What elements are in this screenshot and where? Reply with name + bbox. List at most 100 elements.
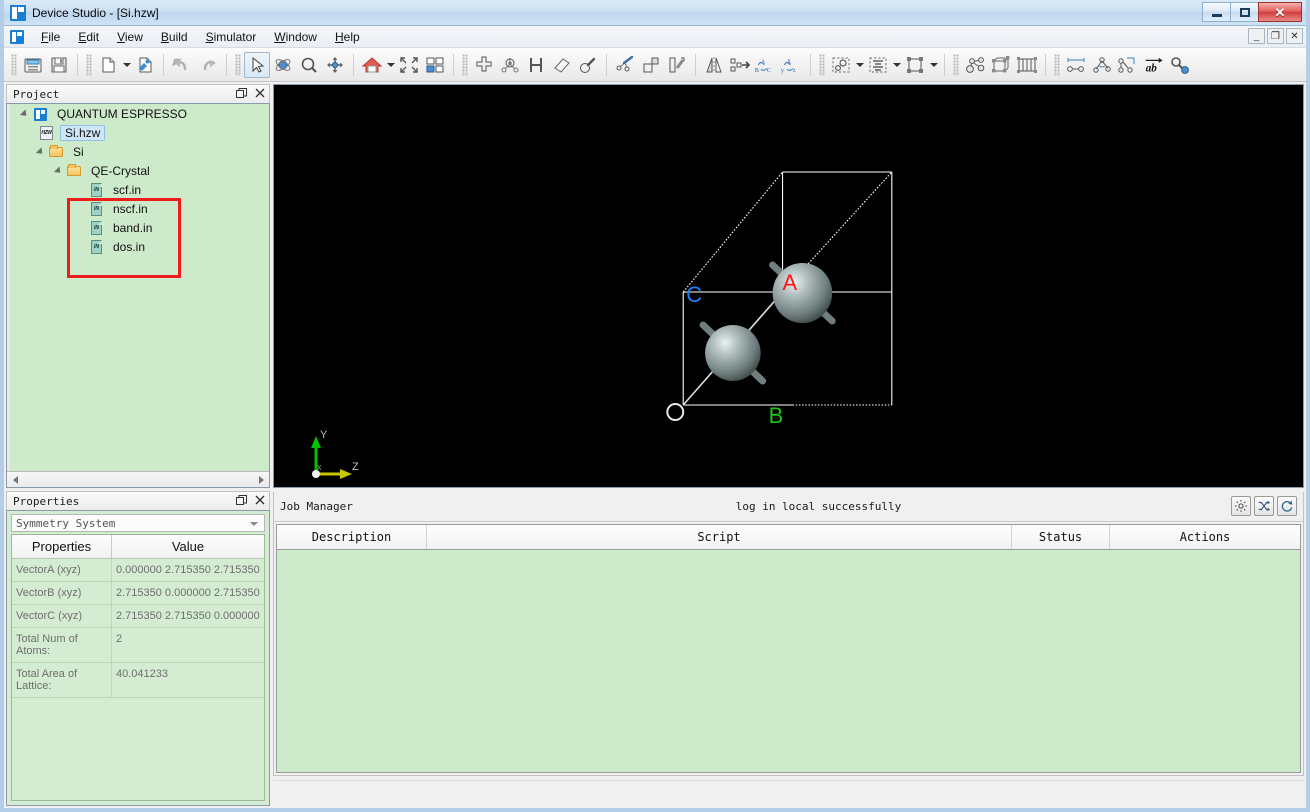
align-icon[interactable]	[865, 52, 891, 78]
toolbar-grip[interactable]	[86, 53, 92, 76]
tree-item-quantum-espresso[interactable]: QUANTUM ESPRESSO	[10, 104, 269, 123]
add-hydrogen-icon[interactable]	[523, 52, 549, 78]
window-restore-button[interactable]	[1230, 2, 1258, 22]
tree-item-nscf-in[interactable]: IN nscf.in	[10, 199, 269, 218]
toolbar-grip[interactable]	[953, 53, 959, 76]
float-panel-icon[interactable]	[235, 86, 248, 100]
menu-help[interactable]: Help	[326, 27, 369, 47]
gear-icon[interactable]	[1231, 496, 1251, 516]
toolbar-grip[interactable]	[819, 53, 825, 76]
window-close-button[interactable]: ✕	[1258, 2, 1302, 22]
column-header-actions[interactable]: Actions	[1110, 525, 1300, 549]
project-tree[interactable]: QUANTUM ESPRESSO HZW Si.hzw Si QE-Crysta…	[7, 104, 269, 471]
rotate-icon[interactable]	[270, 52, 296, 78]
zoom-icon[interactable]	[296, 52, 322, 78]
cluster-icon[interactable]	[828, 52, 854, 78]
tree-item-scf-in[interactable]: IN scf.in	[10, 180, 269, 199]
new-file-icon[interactable]	[95, 52, 121, 78]
edit-bond-icon[interactable]	[612, 52, 638, 78]
scroll-left-icon[interactable]	[9, 474, 21, 486]
column-header-status[interactable]: Status	[1012, 525, 1110, 549]
cell-label-b: B	[769, 403, 784, 428]
project-tree-horizontal-scrollbar[interactable]	[7, 471, 269, 487]
tree-item-si[interactable]: Si	[10, 142, 269, 161]
toolbar-grip[interactable]	[235, 53, 241, 76]
abc-axes-icon[interactable]: A B C	[753, 52, 779, 78]
window-minimize-button[interactable]	[1202, 2, 1230, 22]
refresh-icon[interactable]	[1277, 496, 1297, 516]
menu-build[interactable]: Build	[152, 27, 197, 47]
add-atom-icon[interactable]	[471, 52, 497, 78]
fit-view-icon[interactable]	[396, 52, 422, 78]
twisty-expand-icon[interactable]	[16, 106, 32, 122]
table-row[interactable]: VectorB (xyz) 2.715350 0.000000 2.715350	[12, 582, 264, 605]
menu-file[interactable]: File	[32, 27, 69, 47]
select-pointer-icon[interactable]	[244, 51, 270, 78]
mirror-icon[interactable]	[701, 52, 727, 78]
measure-angle-icon[interactable]	[1089, 52, 1115, 78]
xyz-axes-icon[interactable]: X y z	[779, 52, 805, 78]
supercell-icon[interactable]	[638, 52, 664, 78]
float-panel-icon[interactable]	[235, 493, 248, 507]
job-manager-table: Description Script Status Actions	[276, 524, 1301, 773]
eraser-icon[interactable]	[549, 52, 575, 78]
cluster-dropdown-icon[interactable]	[854, 52, 865, 78]
undo-icon[interactable]	[169, 52, 195, 78]
mdi-minimize-button[interactable]: _	[1248, 28, 1265, 44]
application-window: Device Studio - [Si.hzw] ✕ File Edit Vie…	[0, 0, 1310, 812]
measure-dihedral-icon[interactable]	[1115, 52, 1141, 78]
twisty-expand-icon[interactable]	[32, 144, 48, 160]
symmetry-system-dropdown[interactable]: Symmetry System	[11, 514, 265, 532]
redo-icon[interactable]	[195, 52, 221, 78]
toolbar-grip[interactable]	[1054, 53, 1060, 76]
probe-icon[interactable]	[1167, 52, 1193, 78]
svg-text:y: y	[781, 67, 784, 73]
home-view-dropdown-icon[interactable]	[385, 52, 396, 78]
table-row[interactable]: Total Num of Atoms: 2	[12, 628, 264, 663]
vector-ab-icon[interactable]: ab	[1141, 52, 1167, 78]
tree-item-qe-crystal[interactable]: QE-Crystal	[10, 161, 269, 180]
open-project-icon[interactable]	[20, 52, 46, 78]
table-row[interactable]: VectorA (xyz) 0.000000 2.715350 2.715350	[12, 559, 264, 582]
toolbar-grip[interactable]	[462, 53, 468, 76]
tree-item-si-hzw[interactable]: HZW Si.hzw	[10, 123, 269, 142]
menu-edit[interactable]: Edit	[69, 27, 108, 47]
device-graph-icon[interactable]	[1014, 52, 1040, 78]
new-file-dropdown-icon[interactable]	[121, 52, 132, 78]
layout-view-icon[interactable]	[422, 52, 448, 78]
menu-window[interactable]: Window	[265, 27, 326, 47]
pan-icon[interactable]	[322, 52, 348, 78]
slab-icon[interactable]	[664, 52, 690, 78]
menu-simulator[interactable]: Simulator	[197, 27, 266, 47]
mdi-close-button[interactable]: ✕	[1286, 28, 1303, 44]
lattice-dropdown-icon[interactable]	[928, 52, 939, 78]
molecule-graph-icon[interactable]	[962, 52, 988, 78]
transform-icon[interactable]	[727, 52, 753, 78]
left-dock-column: Project QUANTUM ESPRESSO HZW Si.hzw Si Q…	[6, 84, 270, 806]
table-row[interactable]: Total Area of Lattice: 40.041233	[12, 663, 264, 698]
shuffle-icon[interactable]	[1254, 496, 1274, 516]
close-panel-icon[interactable]	[253, 86, 266, 100]
lattice-box-icon[interactable]	[902, 52, 928, 78]
mdi-restore-button[interactable]: ❐	[1267, 28, 1284, 44]
scroll-right-icon[interactable]	[255, 474, 267, 486]
toolbar-grip[interactable]	[11, 53, 17, 76]
column-header-description[interactable]: Description	[277, 525, 427, 549]
menu-view[interactable]: View	[108, 27, 152, 47]
tree-item-band-in[interactable]: IN band.in	[10, 218, 269, 237]
home-view-icon[interactable]	[359, 52, 385, 78]
measure-bond-icon[interactable]	[575, 52, 601, 78]
measure-distance-icon[interactable]	[1063, 52, 1089, 78]
align-dropdown-icon[interactable]	[891, 52, 902, 78]
save-icon[interactable]	[46, 52, 72, 78]
crystal-graph-icon[interactable]	[988, 52, 1014, 78]
structure-viewport[interactable]: A B C Y Z x	[273, 84, 1304, 488]
twisty-expand-icon[interactable]	[50, 163, 66, 179]
close-panel-icon[interactable]	[253, 493, 266, 507]
column-header-script[interactable]: Script	[427, 525, 1012, 549]
table-row[interactable]: VectorC (xyz) 2.715350 2.715350 0.000000	[12, 605, 264, 628]
import-file-icon[interactable]	[132, 52, 158, 78]
tree-item-dos-in[interactable]: IN dos.in	[10, 237, 269, 256]
job-table-body[interactable]	[277, 550, 1300, 772]
add-molecule-icon[interactable]	[497, 52, 523, 78]
